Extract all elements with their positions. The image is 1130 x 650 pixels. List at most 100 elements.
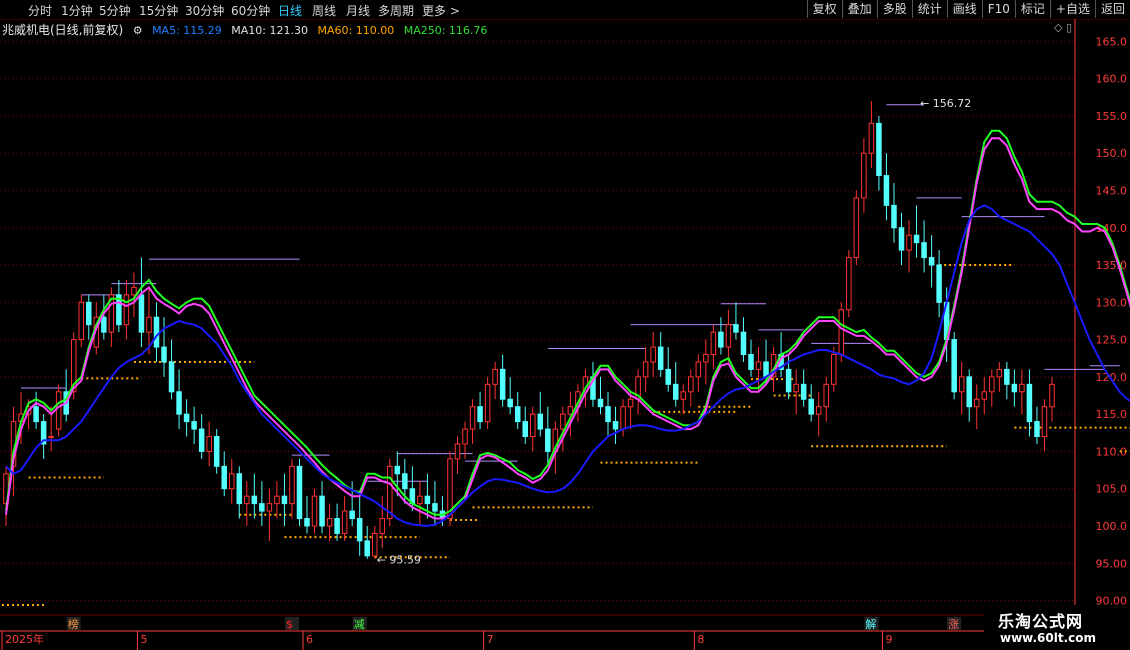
candle-body bbox=[289, 465, 295, 505]
period-tab-3[interactable]: 15分钟 bbox=[139, 2, 178, 19]
toolbar-button-8[interactable]: 返回 bbox=[1094, 0, 1130, 18]
candle-body bbox=[213, 436, 220, 467]
candle-body bbox=[928, 257, 935, 266]
candle-body bbox=[966, 376, 972, 408]
candle-body bbox=[672, 383, 679, 400]
candle-body bbox=[906, 234, 912, 251]
candle-body bbox=[484, 383, 491, 423]
candle-body bbox=[86, 301, 92, 326]
candle-body bbox=[341, 510, 348, 534]
toolbar-button-4[interactable]: 画线 bbox=[946, 0, 982, 18]
candle-body bbox=[883, 175, 890, 206]
candle-body bbox=[364, 540, 370, 557]
candle-body bbox=[718, 331, 724, 348]
signal-marker-2: 减 bbox=[354, 618, 365, 631]
period-tab-0[interactable]: 分时 bbox=[28, 2, 52, 19]
candle-body bbox=[228, 473, 235, 490]
candle-body bbox=[823, 383, 830, 408]
period-tab-4[interactable]: 30分钟 bbox=[185, 2, 224, 19]
toolbar-button-3[interactable]: 统计 bbox=[911, 0, 947, 18]
toolbar-button-5[interactable]: F10 bbox=[981, 0, 1015, 18]
x-tick-label-3: 7 bbox=[487, 633, 494, 646]
period-tab-2[interactable]: 5分钟 bbox=[99, 2, 131, 19]
period-tab-8[interactable]: 月线 bbox=[346, 2, 370, 19]
candle-body bbox=[650, 346, 656, 363]
toolbar-button-7[interactable]: +自选 bbox=[1049, 0, 1095, 18]
candle-body bbox=[808, 398, 814, 415]
period-tab-6[interactable]: 日线 bbox=[278, 2, 302, 19]
candle-body bbox=[183, 413, 190, 423]
period-tab-9[interactable]: 多周期 bbox=[378, 2, 414, 19]
y-tick-label-12: 150.0 bbox=[1096, 147, 1128, 160]
candle-body bbox=[612, 421, 619, 430]
candle-body bbox=[349, 510, 355, 520]
candle-body bbox=[868, 122, 875, 154]
candle-body bbox=[304, 518, 310, 527]
candle-body bbox=[55, 391, 62, 430]
y-tick-label-1: 95.00 bbox=[1096, 557, 1128, 570]
candle-body bbox=[454, 443, 461, 460]
candle-body bbox=[627, 398, 634, 408]
candle-body bbox=[725, 324, 732, 348]
candle-body bbox=[831, 354, 837, 385]
candle-body bbox=[981, 391, 988, 400]
candle-body bbox=[499, 368, 506, 400]
candle-body bbox=[913, 234, 920, 244]
candle-body bbox=[394, 465, 401, 475]
x-tick-label-4: 8 bbox=[697, 633, 704, 646]
toolbar-button-0[interactable]: 复权 bbox=[806, 0, 842, 18]
candle-body bbox=[153, 316, 160, 348]
candle-body bbox=[846, 257, 852, 311]
candle-body bbox=[1026, 383, 1033, 423]
candle-body bbox=[800, 383, 807, 400]
period-tab-1[interactable]: 1分钟 bbox=[61, 2, 93, 19]
candle-body bbox=[748, 354, 754, 370]
candle-body bbox=[740, 331, 747, 356]
signal-marker-1: $ bbox=[286, 618, 293, 631]
candle-body bbox=[78, 301, 85, 341]
candle-body bbox=[259, 503, 265, 512]
candle-body bbox=[688, 376, 694, 393]
candle-body bbox=[311, 495, 318, 527]
period-tab-5[interactable]: 60分钟 bbox=[231, 2, 270, 19]
candle-body bbox=[462, 428, 468, 445]
candle-body bbox=[1004, 368, 1010, 385]
candle-body bbox=[417, 495, 423, 505]
candle-body bbox=[326, 518, 333, 527]
candle-body bbox=[281, 495, 288, 505]
candle-body bbox=[33, 406, 39, 423]
candle-body bbox=[334, 518, 340, 534]
period-tab-7[interactable]: 周线 bbox=[312, 2, 336, 19]
candle-body bbox=[815, 406, 822, 415]
toolbar-button-1[interactable]: 叠加 bbox=[841, 0, 877, 18]
candle-body bbox=[123, 294, 130, 326]
candle-body bbox=[665, 368, 671, 385]
candle-body bbox=[206, 436, 212, 452]
candle-body bbox=[266, 503, 273, 512]
period-tab-10[interactable]: 更多 > bbox=[422, 2, 460, 19]
toolbar-button-6[interactable]: 标记 bbox=[1014, 0, 1050, 18]
candle-body bbox=[221, 465, 227, 490]
toolbar-button-2[interactable]: 多股 bbox=[876, 0, 912, 18]
candle-body bbox=[161, 346, 167, 363]
y-tick-label-5: 115.0 bbox=[1096, 408, 1128, 421]
candle-body bbox=[785, 368, 792, 393]
x-tick-label-5: 9 bbox=[885, 633, 892, 646]
candle-body bbox=[522, 421, 528, 438]
candle-body bbox=[861, 152, 867, 199]
candle-body bbox=[48, 436, 54, 439]
candlestick-chart[interactable]: 90.0095.00100.0105.0110.0115.0120.0125.0… bbox=[0, 19, 1130, 650]
candle-body bbox=[755, 361, 762, 370]
period-toolbar: 分时 1分钟 5分钟 15分钟 30分钟 60分钟 日线 周线 月线 多周期 更多 > 复权 叠加 多股… bbox=[0, 0, 1130, 20]
candle-body bbox=[492, 368, 498, 385]
candle-body bbox=[891, 204, 897, 229]
candle-body bbox=[545, 428, 551, 452]
candle-body bbox=[936, 264, 942, 303]
candle-body bbox=[657, 346, 664, 370]
candle-body bbox=[703, 354, 709, 363]
candle-body bbox=[251, 495, 258, 505]
candle-body bbox=[996, 368, 1003, 378]
candle-body bbox=[432, 503, 438, 512]
candle-body bbox=[1049, 383, 1055, 408]
y-tick-label-13: 155.0 bbox=[1096, 110, 1128, 123]
